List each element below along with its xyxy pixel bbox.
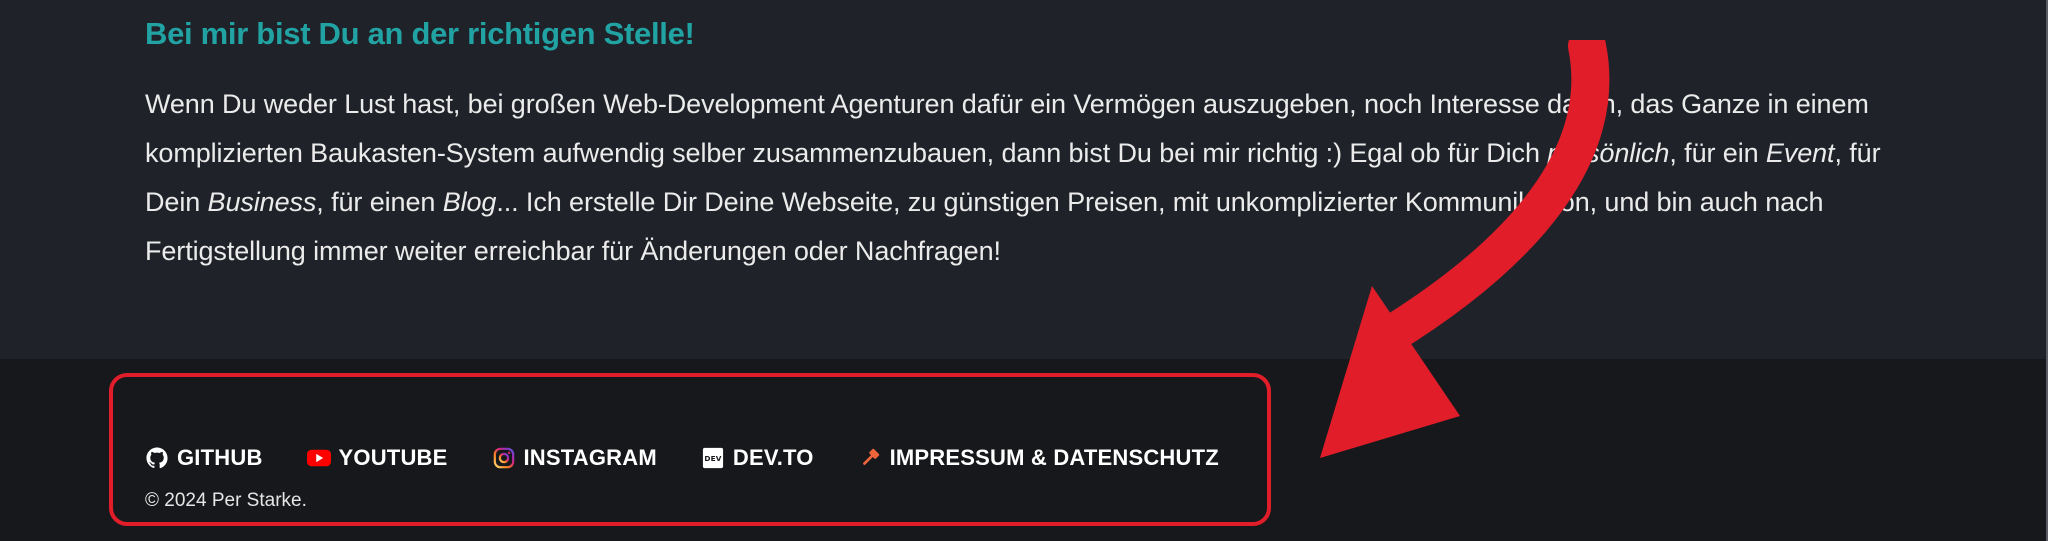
paragraph-emphasis: Event (1765, 138, 1835, 168)
paragraph-text: , für ein (1669, 138, 1766, 168)
instagram-link-label: INSTAGRAM (523, 445, 657, 470)
devto-link[interactable]: DEV DEV.TO (701, 445, 814, 471)
instagram-icon (492, 446, 516, 470)
section-heading: Bei mir bist Du an der richtigen Stelle! (145, 16, 695, 51)
devto-icon: DEV (701, 446, 725, 470)
page: Bei mir bist Du an der richtigen Stelle!… (0, 0, 2048, 541)
youtube-link-label: YOUTUBE (338, 445, 448, 470)
instagram-link[interactable]: INSTAGRAM (492, 445, 657, 471)
copyright-text: © 2024 Per Starke. (145, 490, 307, 511)
footer-links: GITHUB YOUTUBE INSTAGRAM DEV DEV.TO IMPR… (145, 445, 1219, 471)
about-section: Bei mir bist Du an der richtigen Stelle!… (0, 0, 2048, 359)
devto-link-label: DEV.TO (732, 445, 814, 470)
youtube-link[interactable]: YOUTUBE (306, 445, 448, 471)
github-link[interactable]: GITHUB (145, 445, 263, 471)
paragraph-emphasis: Business (207, 187, 317, 217)
youtube-icon (306, 446, 331, 470)
svg-text:DEV: DEV (704, 454, 721, 463)
paragraph-emphasis: Blog (442, 187, 497, 217)
github-icon (145, 446, 169, 470)
section-paragraph: Wenn Du weder Lust hast, bei großen Web-… (145, 80, 1915, 276)
impressum-link[interactable]: IMPRESSUM & DATENSCHUTZ (858, 445, 1219, 471)
site-footer: GITHUB YOUTUBE INSTAGRAM DEV DEV.TO IMPR… (0, 359, 2048, 541)
gavel-icon (858, 446, 882, 470)
paragraph-text: , für einen (316, 187, 443, 217)
impressum-link-label: IMPRESSUM & DATENSCHUTZ (889, 445, 1219, 470)
github-link-label: GITHUB (177, 445, 263, 470)
paragraph-emphasis: persönlich (1547, 138, 1670, 168)
